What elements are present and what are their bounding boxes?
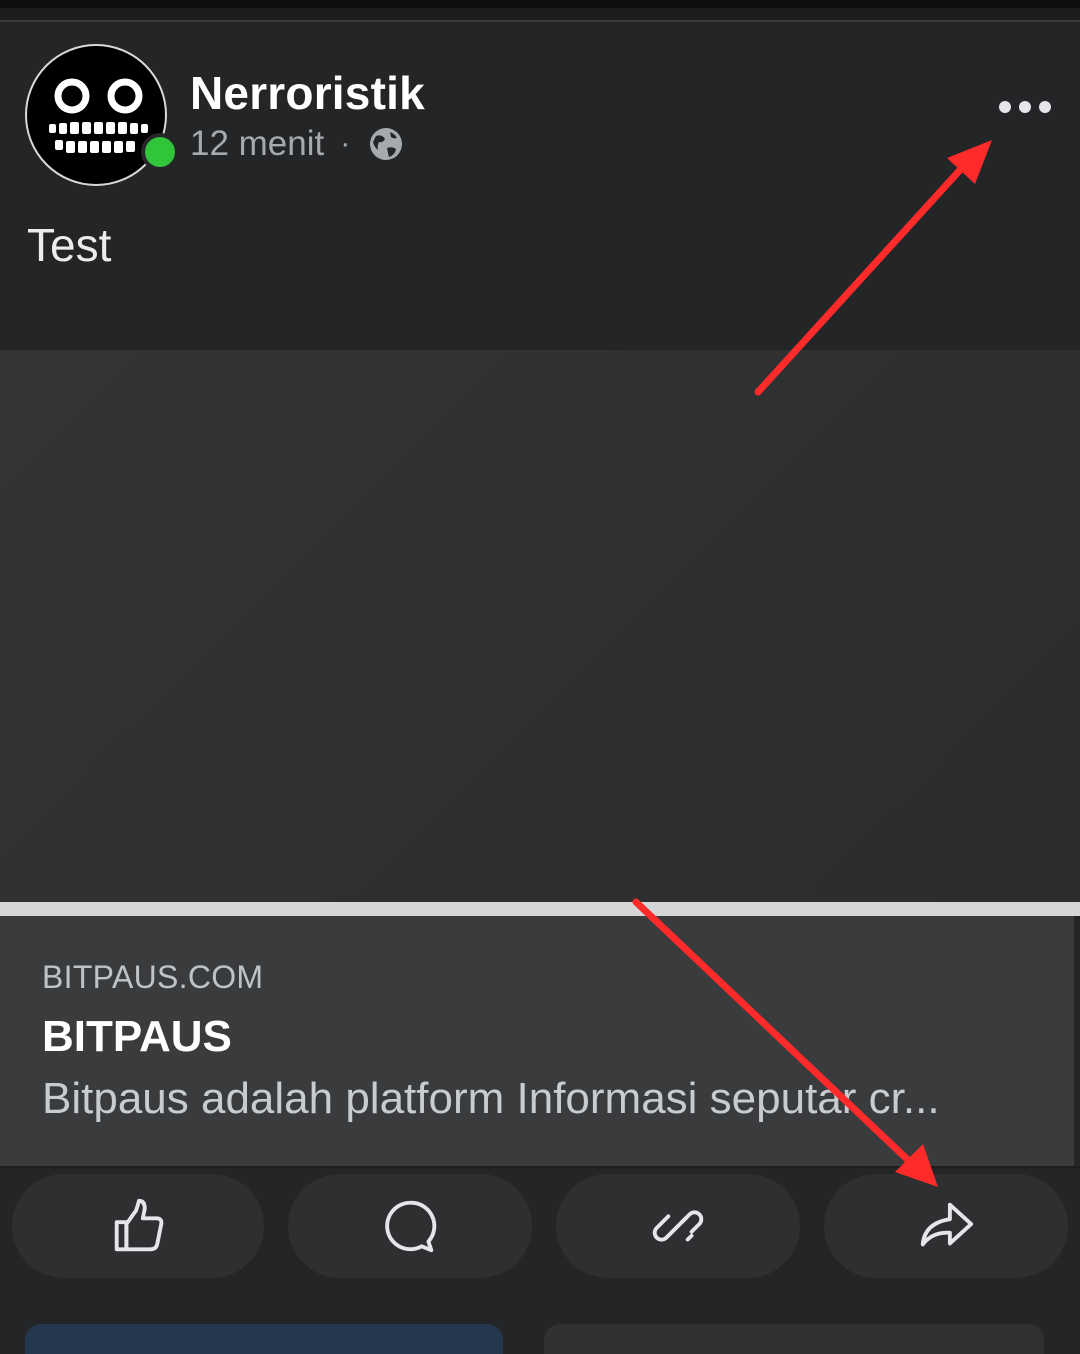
post-meta: 12 menit · xyxy=(190,124,404,164)
next-post-right-preview xyxy=(544,1324,1044,1354)
more-options-button[interactable] xyxy=(990,82,1060,132)
like-button[interactable] xyxy=(12,1174,264,1278)
link-preview-card[interactable]: BITPAUS.COM BITPAUS Bitpaus adalah platf… xyxy=(0,916,1074,1166)
author-name[interactable]: Nerroristik xyxy=(190,66,425,120)
comment-icon xyxy=(385,1200,437,1253)
online-status-dot xyxy=(141,133,179,171)
media-divider xyxy=(0,902,1080,916)
next-post-left-preview xyxy=(25,1324,503,1354)
post-text: Test xyxy=(27,219,112,271)
link-domain: BITPAUS.COM xyxy=(42,959,264,995)
post-time[interactable]: 12 menit xyxy=(190,124,324,164)
comment-button[interactable] xyxy=(288,1174,532,1278)
thumbs-up-icon xyxy=(114,1198,164,1252)
more-dots-icon xyxy=(999,101,1051,113)
share-button[interactable] xyxy=(824,1174,1068,1278)
globe-icon xyxy=(368,126,404,162)
share-icon xyxy=(920,1202,974,1247)
status-bar xyxy=(0,0,1080,8)
link-title: BITPAUS xyxy=(42,1012,232,1061)
link-description: Bitpaus adalah platform Informasi seputa… xyxy=(42,1074,940,1123)
link-icon xyxy=(652,1210,704,1242)
feed-divider xyxy=(0,8,1080,22)
link-preview-image[interactable] xyxy=(0,350,1080,902)
post-header: Nerroristik 12 menit · Test xyxy=(0,22,1080,352)
copy-link-button[interactable] xyxy=(556,1174,800,1278)
meta-separator: · xyxy=(340,127,351,160)
post-actions xyxy=(0,1168,1080,1288)
